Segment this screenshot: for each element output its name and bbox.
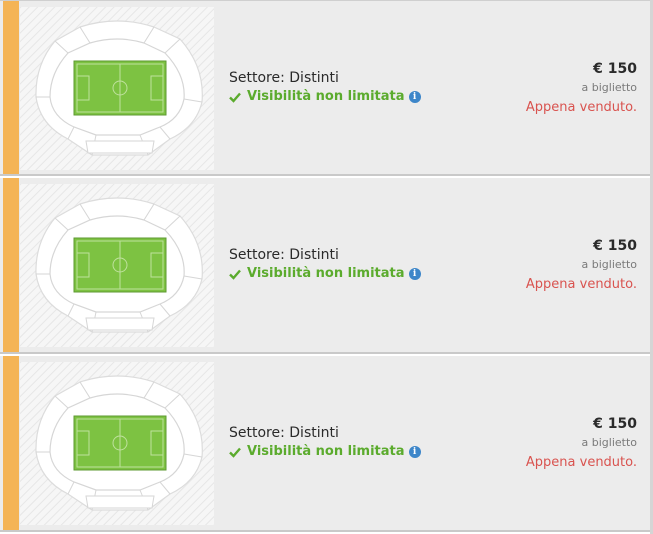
- ticket-price: € 150: [593, 61, 637, 77]
- visibility-label: Visibilità non limitata: [247, 89, 405, 104]
- info-icon[interactable]: i: [408, 268, 421, 280]
- visibility-row: Visibilità non limitata i: [229, 266, 421, 282]
- visibility-label: Visibilità non limitata: [247, 444, 405, 459]
- ticket-listing[interactable]: Settore: Distinti Visibilità non limitat…: [0, 0, 650, 176]
- stadium-map: [20, 362, 214, 525]
- sector-label: Settore: Distinti: [229, 425, 339, 441]
- per-ticket-label: a biglietto: [581, 258, 638, 271]
- price-box: € 150 a biglietto Appena venduto.: [526, 237, 637, 294]
- listing-accent-bar: [3, 356, 19, 530]
- visibility-row: Visibilità non limitata i: [229, 89, 421, 105]
- ticket-listing[interactable]: Settore: Distinti Visibilità non limitat…: [0, 356, 650, 532]
- ticket-price: € 150: [593, 416, 637, 432]
- listing-info: Settore: Distinti Visibilità non limitat…: [229, 424, 421, 460]
- listing-list: Settore: Distinti Visibilità non limitat…: [0, 0, 653, 534]
- visibility-row: Visibilità non limitata i: [229, 444, 421, 460]
- price-box: € 150 a biglietto Appena venduto.: [526, 415, 637, 472]
- sold-status: Appena venduto.: [525, 277, 637, 292]
- sector-label: Settore: Distinti: [229, 70, 339, 86]
- ticket-price: € 150: [593, 238, 637, 254]
- check-icon: [229, 447, 241, 458]
- per-ticket-label: a biglietto: [581, 81, 638, 94]
- per-ticket-label: a biglietto: [581, 436, 638, 449]
- visibility-label: Visibilità non limitata: [247, 266, 405, 281]
- stadium-map: [20, 7, 214, 170]
- sector-label: Settore: Distinti: [229, 247, 339, 263]
- listing-info: Settore: Distinti Visibilità non limitat…: [229, 246, 421, 282]
- listing-accent-bar: [3, 178, 19, 352]
- listing-accent-bar: [3, 1, 19, 174]
- check-icon: [229, 269, 241, 280]
- stadium-map: [20, 184, 214, 347]
- ticket-listing[interactable]: Settore: Distinti Visibilità non limitat…: [0, 178, 650, 354]
- price-box: € 150 a biglietto Appena venduto.: [526, 60, 637, 117]
- info-icon[interactable]: i: [408, 446, 421, 458]
- sold-status: Appena venduto.: [525, 455, 637, 470]
- info-icon[interactable]: i: [408, 91, 421, 103]
- sold-status: Appena venduto.: [525, 100, 637, 115]
- check-icon: [229, 92, 241, 103]
- listing-info: Settore: Distinti Visibilità non limitat…: [229, 69, 421, 105]
